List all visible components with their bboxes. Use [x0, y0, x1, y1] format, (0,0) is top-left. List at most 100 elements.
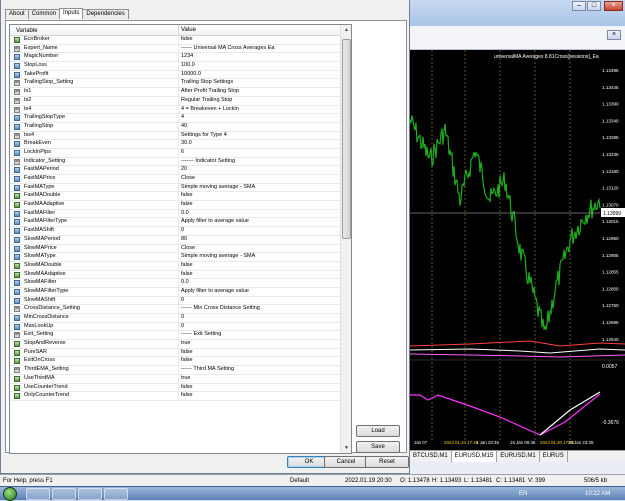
input-value[interactable]: 6	[178, 148, 184, 158]
input-row[interactable]: BreakEven 30.0	[10, 140, 340, 149]
tab-about[interactable]: About	[5, 9, 29, 19]
input-row[interactable]: PureSAR false	[10, 348, 340, 358]
input-value[interactable]: Close	[178, 175, 195, 184]
tab-common[interactable]: Common	[27, 9, 61, 19]
input-value[interactable]: Simple moving average - SMA	[178, 253, 255, 262]
input-value[interactable]: false	[178, 392, 193, 401]
input-value[interactable]: 0	[178, 322, 184, 332]
input-value[interactable]: 0.0	[178, 279, 189, 288]
input-value[interactable]: 30.0	[178, 140, 192, 149]
save-button[interactable]: Save	[356, 441, 400, 453]
input-row[interactable]: SlowMAFilter 0.0	[10, 279, 340, 288]
input-value[interactable]: 0	[178, 314, 184, 323]
scroll-up-icon[interactable]: ▲	[341, 25, 351, 35]
input-row[interactable]: Exit_Setting ------ Exit Setting	[10, 331, 340, 341]
input-value[interactable]: ------ Universal MA Cross Averages Ea	[178, 44, 274, 54]
input-row[interactable]: SlowMAFilterType Apply filter to average …	[10, 287, 340, 297]
input-row[interactable]: UseCounterTrend false	[10, 383, 340, 393]
input-value[interactable]: 80	[178, 235, 187, 245]
input-row[interactable]: SlowMAShift 0	[10, 296, 340, 306]
symbol-tab[interactable]: EURUS	[540, 451, 568, 462]
input-row[interactable]: FastMAShift 0	[10, 227, 340, 236]
input-value[interactable]: Regular Trailing Stop	[178, 96, 232, 106]
input-row[interactable]: CrossDistance_Setting ------ Min Cross Di…	[10, 305, 340, 314]
close-window-button[interactable]: ×	[604, 1, 623, 11]
input-row[interactable]: SlowMAPrice Close	[10, 244, 340, 254]
input-row[interactable]: TrailingStop 40	[10, 122, 340, 132]
input-value[interactable]: 40	[178, 122, 187, 132]
column-header-variable[interactable]: Variable	[16, 28, 38, 34]
input-row[interactable]: OnlyCounterTrend false	[10, 392, 340, 401]
input-row[interactable]: ts4 4 = Breakeven + Lockin	[10, 105, 340, 115]
input-row[interactable]: tss4 Settings for Type 4	[10, 131, 340, 141]
input-row[interactable]: ExitOnCross false	[10, 357, 340, 367]
input-value[interactable]: Simple moving average - SMA	[178, 183, 255, 193]
start-button-icon[interactable]	[3, 487, 17, 501]
input-value[interactable]: 0	[178, 227, 184, 236]
input-value[interactable]: 20	[178, 166, 187, 175]
language-indicator[interactable]: EN	[519, 491, 527, 497]
scroll-down-icon[interactable]: ▼	[341, 443, 351, 453]
input-row[interactable]: EcnBroker false	[10, 36, 340, 45]
input-value[interactable]: 4	[178, 114, 184, 123]
input-value[interactable]: 0	[178, 296, 184, 306]
symbol-tab[interactable]: EURUSD,M1	[497, 451, 540, 462]
input-value[interactable]: Trailing Stop Settings	[178, 79, 233, 89]
input-row[interactable]: StopLoss 100.0	[10, 62, 340, 71]
input-row[interactable]: SlowMAType Simple moving average - SMA	[10, 253, 340, 262]
input-row[interactable]: FastMAPeriod 20	[10, 166, 340, 175]
input-row[interactable]: SlowMAPeriod 80	[10, 235, 340, 245]
input-row[interactable]: FastMAFilter 0.0	[10, 209, 340, 219]
input-row[interactable]: FastMADouble false	[10, 192, 340, 202]
clock[interactable]: 10:22 AM	[585, 491, 610, 497]
taskbar-ie-icon[interactable]	[26, 488, 50, 500]
input-value[interactable]: true	[178, 340, 190, 349]
cancel-button[interactable]: Cancel	[324, 456, 368, 468]
input-row[interactable]: FastMAPrice Close	[10, 175, 340, 184]
taskbar-mt4-icon[interactable]	[104, 488, 128, 500]
input-value[interactable]: false	[178, 261, 193, 271]
input-value[interactable]: 10000.0	[178, 70, 201, 80]
input-row[interactable]: MagicNumber 1234	[10, 53, 340, 63]
input-value[interactable]: ------ Min Cross Distance Setting	[178, 305, 260, 314]
tab-dependencies[interactable]: Dependencies	[82, 9, 129, 19]
input-value[interactable]: false	[178, 201, 193, 210]
input-value[interactable]: false	[178, 36, 193, 45]
input-row[interactable]: MinCrossDistance 0	[10, 314, 340, 323]
input-row[interactable]: FastMAFilterType Apply filter to average …	[10, 218, 340, 228]
vertical-scrollbar[interactable]: ▲ ▼	[340, 25, 351, 453]
input-value[interactable]: ------ Exit Setting	[178, 331, 221, 341]
tab-inputs[interactable]: Inputs	[59, 8, 84, 19]
input-value[interactable]: After Profit Trailing Stop	[178, 88, 239, 97]
input-row[interactable]: ThirdEMA_Setting ------ Third MA Setting	[10, 366, 340, 375]
scroll-thumb[interactable]	[342, 39, 351, 239]
input-row[interactable]: StopAndReverse true	[10, 340, 340, 349]
maximize-button[interactable]: □	[587, 1, 601, 11]
input-value[interactable]: 4 = Breakeven + Lockin	[178, 105, 239, 115]
input-row[interactable]: TrailingStop_Setting Trailing Stop Settin…	[10, 79, 340, 89]
column-header-value[interactable]: Value	[178, 25, 196, 36]
reset-button[interactable]: Reset	[365, 456, 409, 468]
input-row[interactable]: FastMAType Simple moving average - SMA	[10, 183, 340, 193]
input-value[interactable]: true	[178, 374, 190, 384]
input-row[interactable]: LockInPips 6	[10, 148, 340, 158]
input-row[interactable]: TrailingStopType 4	[10, 114, 340, 123]
taskbar-explorer-icon[interactable]	[52, 488, 76, 500]
input-value[interactable]: false	[178, 383, 193, 393]
input-row[interactable]: SlowMADouble false	[10, 261, 340, 271]
input-row[interactable]: Indicator_Setting ------- Indicator Setti…	[10, 157, 340, 167]
input-row[interactable]: MaxLookUp 0	[10, 322, 340, 332]
symbol-tab[interactable]: EURUSD,M15	[451, 451, 498, 462]
input-row[interactable]: ts1 After Profit Trailing Stop	[10, 88, 340, 97]
input-value[interactable]: ------ Third MA Setting	[178, 366, 234, 375]
input-row[interactable]: FastMAAdaptive false	[10, 201, 340, 210]
input-value[interactable]: 0.0	[178, 209, 189, 219]
price-chart[interactable]: universalMA Averages 8.81Cross[sessions]…	[410, 50, 625, 450]
input-value[interactable]: 100.0	[178, 62, 195, 71]
input-value[interactable]: Apply filter to average value	[178, 218, 249, 228]
input-row[interactable]: ts2 Regular Trailing Stop	[10, 96, 340, 106]
input-value[interactable]: false	[178, 348, 193, 358]
input-value[interactable]: Apply filter to average value	[178, 287, 249, 297]
minimize-button[interactable]: –	[572, 1, 586, 11]
input-value[interactable]: false	[178, 192, 193, 202]
